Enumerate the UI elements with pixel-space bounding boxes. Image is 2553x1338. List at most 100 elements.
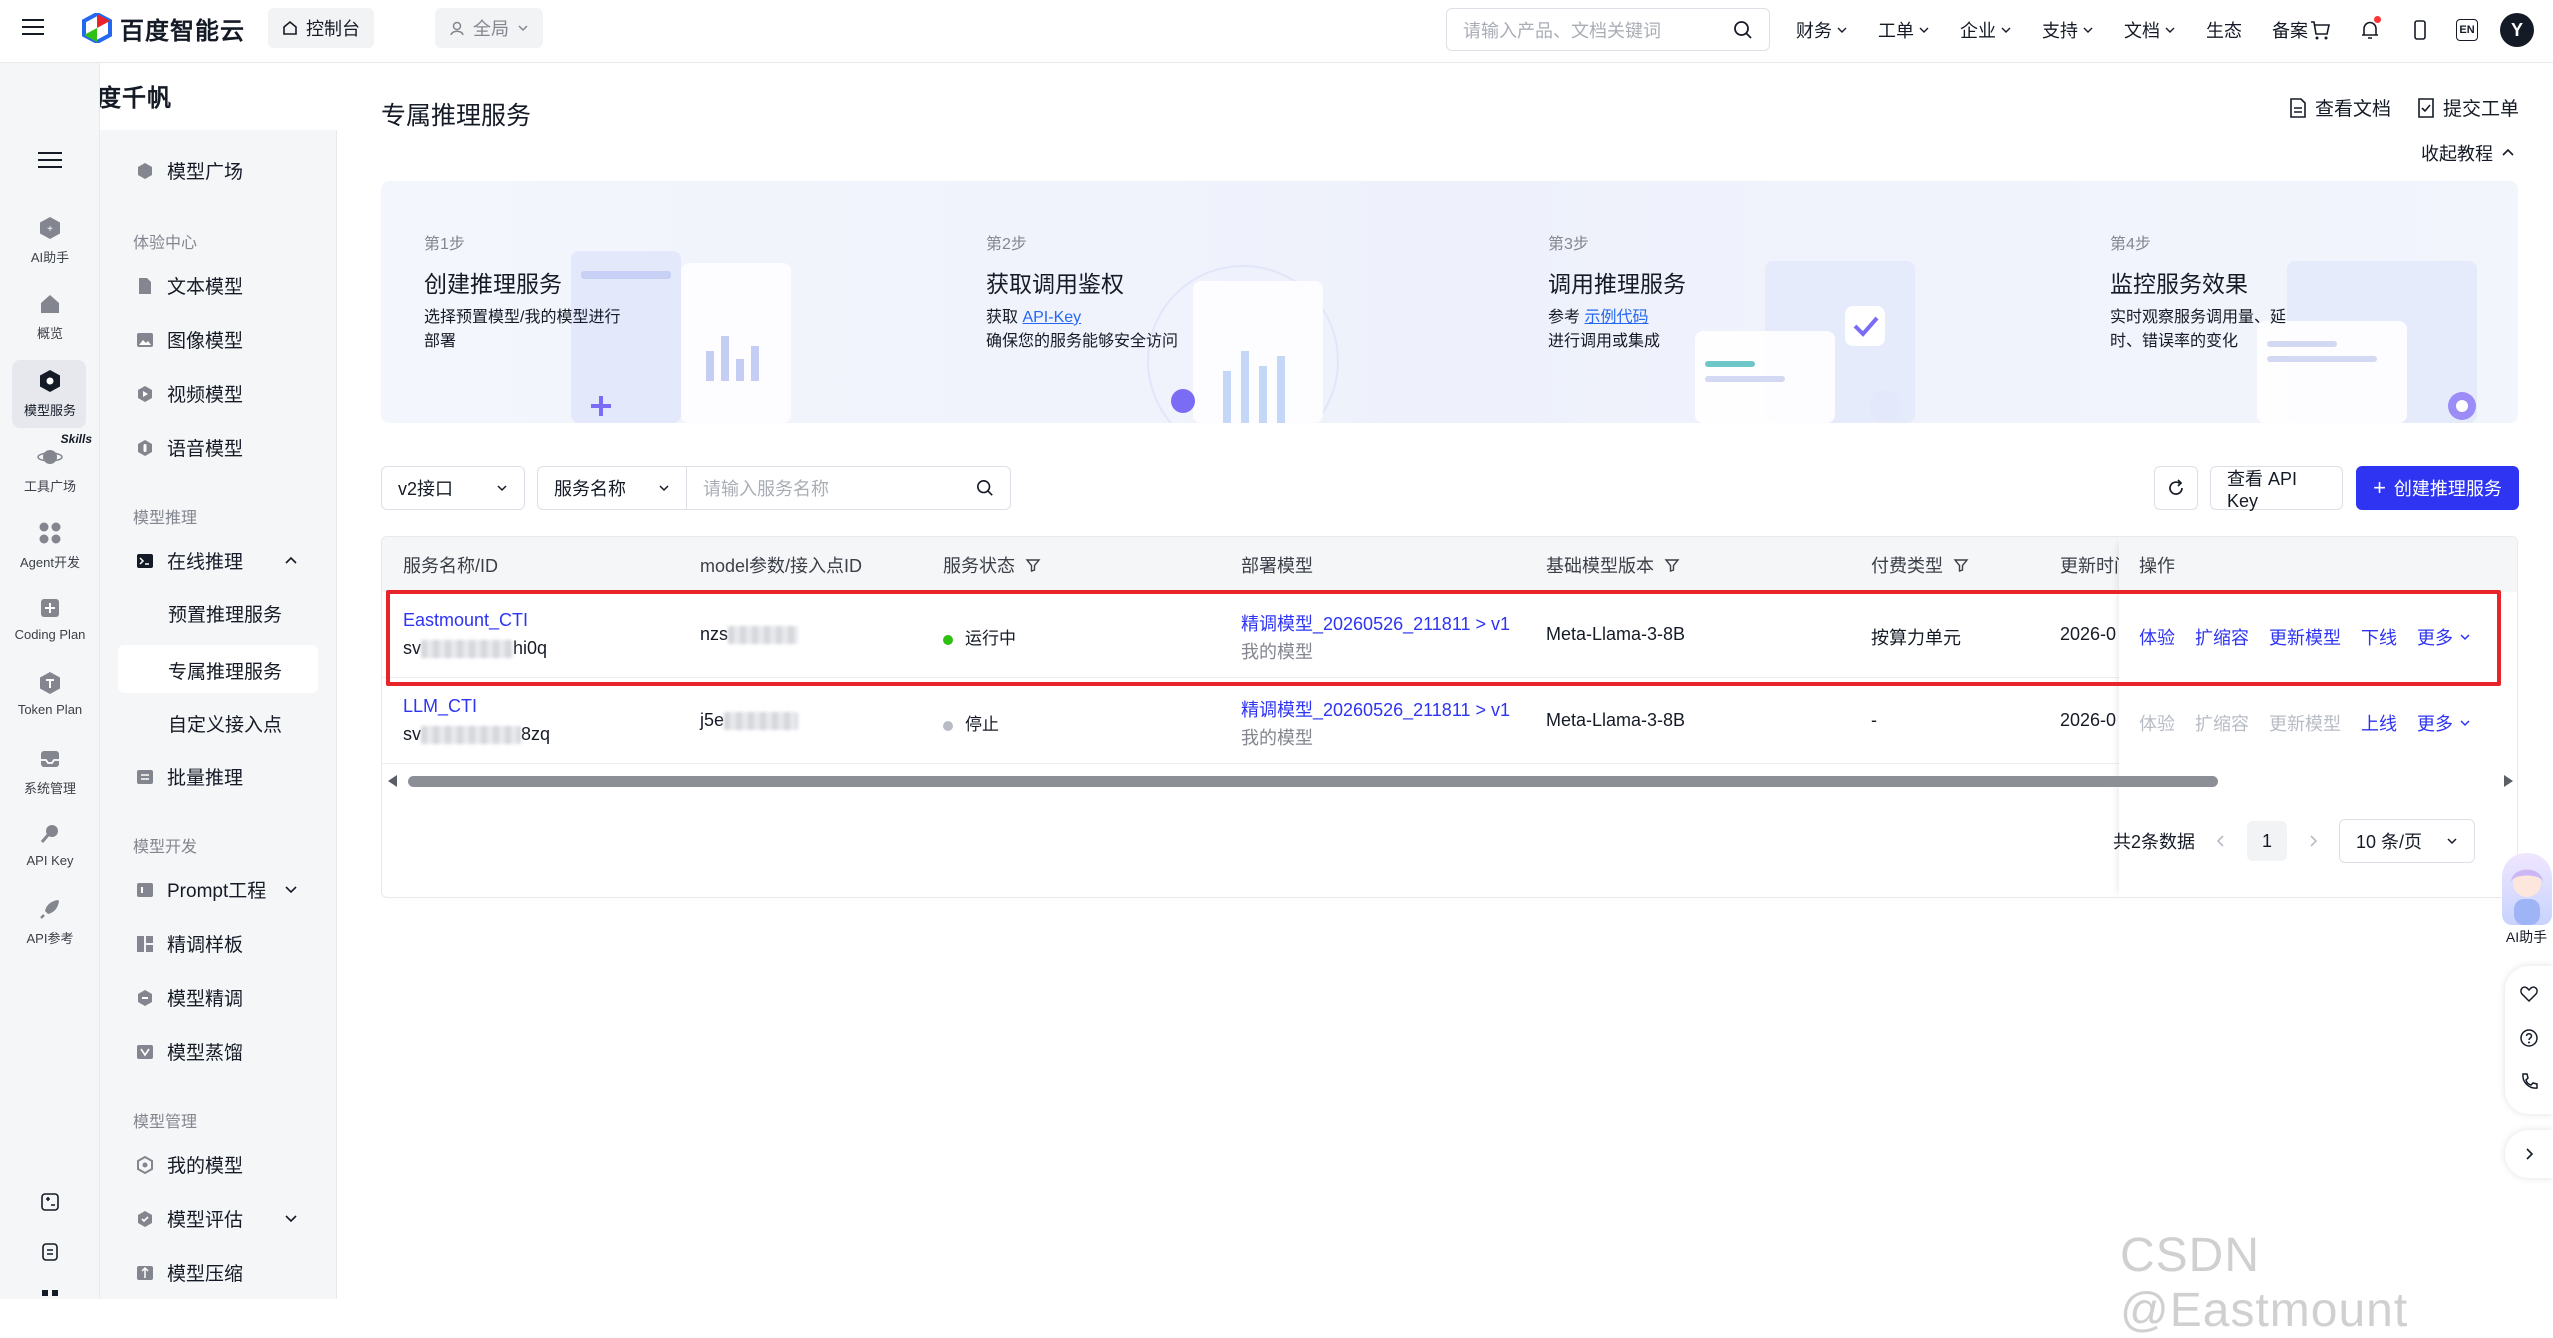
- rail-item-tool-square[interactable]: Skills 工具广场: [0, 432, 100, 495]
- console-button[interactable]: 控制台: [268, 8, 374, 48]
- sidebar-item-voice-model[interactable]: 语音模型: [135, 434, 243, 461]
- cart-icon[interactable]: [2306, 16, 2334, 44]
- sidebar-item-text-model[interactable]: 文本模型: [135, 272, 243, 299]
- user-avatar[interactable]: Y: [2500, 13, 2534, 47]
- step-title: 监控服务效果: [2110, 271, 2248, 297]
- nav-ecosystem[interactable]: 生态: [2206, 17, 2242, 43]
- deployed-model-link[interactable]: 精调模型_20260526_211811 > v1: [1241, 696, 1510, 722]
- horizontal-scrollbar[interactable]: [382, 771, 2517, 791]
- rail-item-model-service[interactable]: 模型服务: [0, 360, 100, 428]
- api-version-select[interactable]: v2接口: [381, 466, 525, 510]
- sidebar-item-batch-inference[interactable]: 批量推理: [135, 763, 243, 790]
- notification-dot: [2374, 16, 2381, 23]
- floating-toolbar: [2505, 966, 2553, 1114]
- nav-support[interactable]: 支持: [2042, 17, 2094, 43]
- menu-icon[interactable]: [22, 16, 44, 38]
- sidebar-item-custom-endpoint[interactable]: 自定义接入点: [168, 710, 282, 737]
- rail-item-agent-dev[interactable]: Agent开发: [0, 520, 100, 571]
- create-service-button[interactable]: + 创建推理服务: [2356, 466, 2519, 510]
- current-page[interactable]: 1: [2247, 821, 2287, 861]
- cloud-logo-icon: [82, 13, 112, 43]
- search-icon[interactable]: [1733, 20, 1753, 40]
- rail-item-ai-assistant[interactable]: + AI助手: [0, 215, 100, 266]
- view-api-key-button[interactable]: 查看 API Key: [2210, 466, 2343, 511]
- update-model-button[interactable]: 更新模型: [2269, 710, 2341, 736]
- file-icon: [135, 276, 155, 296]
- step-2: 第2步 获取调用鉴权 获取 API-Key 确保您的服务能够安全访问: [943, 181, 1473, 423]
- chevron-up-icon[interactable]: [284, 554, 298, 568]
- scroll-right-arrow[interactable]: [2504, 775, 2513, 787]
- sidebar-item-tuning-samples[interactable]: 精调样板: [135, 930, 243, 957]
- help-icon[interactable]: [2519, 1028, 2539, 1053]
- try-button[interactable]: 体验: [2139, 710, 2175, 736]
- scroll-thumb[interactable]: [408, 776, 2218, 787]
- filter-icon[interactable]: [1664, 557, 1680, 573]
- sidebar-item-image-model[interactable]: 图像模型: [135, 326, 243, 353]
- page-size-select[interactable]: 10 条/页: [2339, 819, 2475, 863]
- api-key-link[interactable]: API-Key: [1022, 309, 1081, 326]
- nav-ticket[interactable]: 工单: [1878, 17, 1930, 43]
- sample-code-link[interactable]: 示例代码: [1584, 309, 1648, 326]
- rail-item-token-plan[interactable]: Token Plan: [0, 670, 100, 717]
- service-name-link[interactable]: LLM_CTI: [403, 696, 477, 717]
- filter-icon[interactable]: [1025, 557, 1041, 573]
- sidebar-item-model-tuning[interactable]: 模型精调: [135, 984, 243, 1011]
- document-icon[interactable]: [38, 1240, 62, 1264]
- sidebar-item-preset-service[interactable]: 预置推理服务: [168, 600, 282, 627]
- rail-item-api-reference[interactable]: API参考: [0, 896, 100, 947]
- col-billing[interactable]: 付费类型: [1871, 537, 1969, 592]
- more-dropdown[interactable]: 更多: [2417, 710, 2471, 736]
- filter-icon[interactable]: [1953, 557, 1969, 573]
- sidebar-item-prompt-eng[interactable]: Prompt工程: [135, 876, 266, 903]
- online-button[interactable]: 上线: [2361, 710, 2397, 736]
- watermark: CSDN @Eastmount: [2120, 1229, 2409, 1337]
- top-icons: EN Y: [2306, 12, 2534, 48]
- next-page-icon[interactable]: [2307, 834, 2319, 848]
- col-base-version[interactable]: 基础模型版本: [1546, 537, 1680, 592]
- nav-finance[interactable]: 财务: [1796, 17, 1848, 43]
- service-search-input[interactable]: 请输入服务名称: [686, 466, 1011, 510]
- chevron-down-icon[interactable]: [284, 882, 298, 896]
- sidebar-item-model-compress[interactable]: 模型压缩: [135, 1259, 243, 1286]
- rail-menu-icon[interactable]: [38, 152, 62, 168]
- nav-enterprise[interactable]: 企业: [1960, 17, 2012, 43]
- contact-phone-icon[interactable]: [2519, 1072, 2539, 1097]
- logo[interactable]: 百度智能云: [82, 12, 245, 45]
- sidebar-item-model-square[interactable]: 模型广场: [135, 157, 243, 184]
- phone-icon[interactable]: [2406, 16, 2434, 44]
- refresh-button[interactable]: [2154, 466, 2198, 510]
- language-icon[interactable]: EN: [2456, 19, 2478, 41]
- region-select[interactable]: 全局: [435, 8, 543, 48]
- sidebar-item-model-distill[interactable]: 模型蒸馏: [135, 1038, 243, 1065]
- prev-page-icon[interactable]: [2215, 834, 2227, 848]
- view-docs-link[interactable]: 查看文档: [2289, 94, 2391, 121]
- prompt-icon: [135, 880, 155, 900]
- rail-item-overview[interactable]: 概览: [0, 291, 100, 342]
- scroll-left-arrow[interactable]: [388, 775, 397, 787]
- filter-field-select[interactable]: 服务名称: [537, 466, 687, 510]
- submit-ticket-link[interactable]: 提交工单: [2417, 94, 2519, 121]
- apps-icon[interactable]: [38, 1286, 62, 1310]
- sidebar-item-my-models[interactable]: 我的模型: [135, 1151, 243, 1178]
- sidebar-item-video-model[interactable]: 视频模型: [135, 380, 243, 407]
- ai-assistant-float[interactable]: AI助手: [2500, 853, 2553, 949]
- chevron-down-icon[interactable]: [284, 1211, 298, 1225]
- global-search-input[interactable]: 请输入产品、文档关键词: [1446, 8, 1770, 51]
- bell-icon[interactable]: [2356, 16, 2384, 44]
- rail-item-api-key[interactable]: API Key: [0, 821, 100, 868]
- step-title: 创建推理服务: [424, 271, 562, 297]
- sidebar-item-dedicated-service[interactable]: 专属推理服务: [168, 657, 282, 684]
- collapse-tutorial-button[interactable]: 收起教程: [2421, 140, 2515, 166]
- sidebar-item-model-eval[interactable]: 模型评估: [135, 1205, 243, 1232]
- rail-item-system-manage[interactable]: 系统管理: [0, 746, 100, 797]
- feedback-icon[interactable]: [2519, 984, 2539, 1009]
- sidebar-item-online-inference[interactable]: 在线推理: [135, 547, 243, 574]
- expand-panel-button[interactable]: [2505, 1130, 2553, 1178]
- nav-filing[interactable]: 备案: [2272, 17, 2308, 43]
- rail-item-coding-plan[interactable]: Coding Plan: [0, 595, 100, 642]
- col-status[interactable]: 服务状态: [943, 537, 1041, 592]
- nav-docs[interactable]: 文档: [2124, 17, 2176, 43]
- scale-button[interactable]: 扩缩容: [2195, 710, 2249, 736]
- search-icon[interactable]: [976, 479, 994, 497]
- calculator-icon[interactable]: [38, 1190, 62, 1214]
